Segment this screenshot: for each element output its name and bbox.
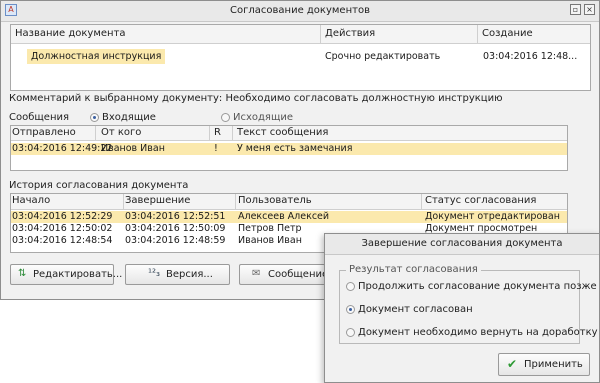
- option-approved-label[interactable]: Документ согласован: [358, 304, 473, 315]
- version-icon: ¹²₃: [148, 268, 161, 279]
- edit-button[interactable]: ⇅ Редактировать...: [10, 264, 122, 285]
- document-action: Срочно редактировать: [325, 51, 441, 62]
- checkmark-icon: ✔: [507, 357, 518, 371]
- outgoing-radio[interactable]: [221, 113, 230, 122]
- option-approved-radio[interactable]: [346, 305, 355, 314]
- message-text: У меня есть замечания: [237, 143, 353, 154]
- history-table-header: Начало Завершение Пользователь Статус со…: [11, 194, 567, 210]
- restore-icon[interactable]: ▫: [570, 4, 581, 15]
- history-user: Алексеев Алексей: [238, 211, 330, 222]
- history-end: 03:04:2016 12:50:09: [125, 223, 226, 234]
- document-comment: Комментарий к выбранному документу: Необ…: [9, 93, 503, 104]
- incoming-radio[interactable]: [90, 113, 99, 122]
- messages-table: Отправлено От кого R Текст сообщения 03:…: [10, 125, 568, 171]
- table-row[interactable]: 03:04:2016 12:52:29 03:04:2016 12:52:51 …: [11, 211, 567, 223]
- column-header-name[interactable]: Название документа: [15, 28, 126, 39]
- option-continue-later-radio[interactable]: [346, 282, 355, 291]
- message-from: Иванов Иван: [101, 143, 165, 154]
- table-row[interactable]: Должностная инструкция Срочно редактиров…: [11, 49, 590, 64]
- envelope-icon: ✉: [252, 268, 261, 279]
- column-header-sent[interactable]: Отправлено: [12, 127, 76, 138]
- option-return-label[interactable]: Документ необходимо вернуть на доработку: [358, 327, 598, 338]
- history-user: Иванов Иван: [238, 235, 302, 246]
- result-group-title: Результат согласования: [346, 264, 481, 275]
- column-header-status[interactable]: Статус согласования: [425, 195, 536, 206]
- messages-label: Сообщения: [9, 112, 70, 123]
- document-created: 03:04:2016 12:48...: [483, 51, 578, 62]
- version-button[interactable]: ¹²₃ Версия...: [125, 264, 230, 285]
- history-start: 03:04:2016 12:52:29: [12, 211, 113, 222]
- documents-table: Название документа Действия Создание Дол…: [10, 24, 591, 91]
- history-start: 03:04:2016 12:48:54: [12, 235, 113, 246]
- column-header-user[interactable]: Пользователь: [238, 195, 312, 206]
- history-end: 03:04:2016 12:48:59: [125, 235, 226, 246]
- column-header-text[interactable]: Текст сообщения: [237, 127, 328, 138]
- message-button[interactable]: ✉ Сообщение...: [239, 264, 338, 285]
- column-header-start[interactable]: Начало: [12, 195, 50, 206]
- column-header-created[interactable]: Создание: [482, 28, 533, 39]
- option-continue-later-label[interactable]: Продолжить согласование документа позже: [358, 281, 597, 292]
- documents-table-header: Название документа Действия Создание: [11, 25, 590, 44]
- table-row[interactable]: 03:04:2016 12:49:22 Иванов Иван ! У меня…: [11, 143, 567, 155]
- history-user: Петров Петр: [238, 223, 302, 234]
- history-end: 03:04:2016 12:52:51: [125, 211, 226, 222]
- finish-approval-dialog: Завершение согласования документа Резуль…: [324, 233, 600, 383]
- column-header-end[interactable]: Завершение: [125, 195, 190, 206]
- column-header-r[interactable]: R: [214, 127, 221, 138]
- title-bar: A Согласование документов ▫ ×: [1, 1, 599, 22]
- message-sent: 03:04:2016 12:49:22: [12, 143, 113, 154]
- document-name: Должностная инструкция: [27, 49, 166, 64]
- dialog-title: Завершение согласования документа: [325, 234, 599, 255]
- history-start: 03:04:2016 12:50:02: [12, 223, 113, 234]
- outgoing-label[interactable]: Исходящие: [233, 112, 293, 123]
- apply-button[interactable]: ✔ Применить: [498, 353, 590, 376]
- close-icon[interactable]: ×: [584, 4, 595, 15]
- window-title: Согласование документов: [230, 5, 370, 16]
- messages-table-header: Отправлено От кого R Текст сообщения: [11, 126, 567, 141]
- edit-arrows-icon: ⇅: [18, 268, 27, 279]
- column-header-actions[interactable]: Действия: [325, 28, 375, 39]
- result-group: Результат согласования Продолжить соглас…: [339, 264, 598, 344]
- message-r: !: [214, 143, 218, 154]
- incoming-label[interactable]: Входящие: [102, 112, 156, 123]
- history-label: История согласования документа: [9, 180, 189, 191]
- option-return-radio[interactable]: [346, 328, 355, 337]
- history-status: Документ отредактирован: [425, 211, 560, 222]
- column-header-from[interactable]: От кого: [101, 127, 141, 138]
